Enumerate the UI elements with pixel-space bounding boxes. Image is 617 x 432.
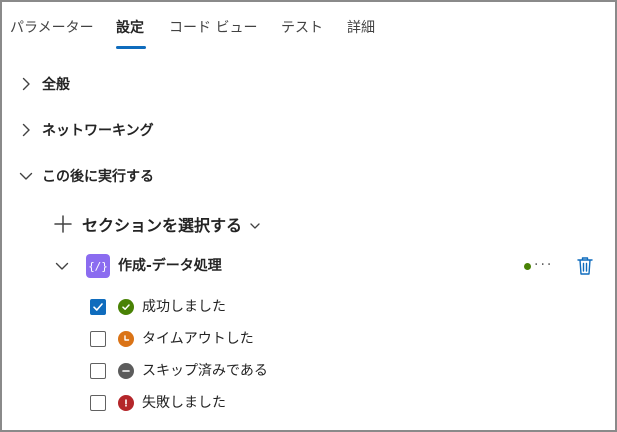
- status-label: タイムアウトした: [142, 331, 254, 347]
- chevron-down-icon[interactable]: [52, 256, 72, 276]
- section-run-after-label: この後に実行する: [42, 169, 154, 185]
- checkmark-icon: [93, 303, 103, 311]
- run-after-action-row: {/} 作成-データ処理 ···: [52, 252, 604, 282]
- select-action-dropdown[interactable]: セクションを選択する: [52, 210, 262, 238]
- section-general-label: 全般: [42, 77, 70, 93]
- status-option-timed-out: タイムアウトした: [90, 328, 254, 350]
- tab-code-view[interactable]: コード ビュー: [169, 18, 257, 38]
- active-tab-indicator: [116, 46, 146, 49]
- status-option-failed: 失敗しました: [90, 392, 226, 414]
- checkbox-timed-out[interactable]: [90, 331, 106, 347]
- error-exclamation-icon: [118, 395, 134, 411]
- tab-details[interactable]: 詳細: [347, 18, 375, 38]
- checkbox-skipped[interactable]: [90, 363, 106, 379]
- checkbox-succeeded[interactable]: [90, 299, 106, 315]
- chevron-down-icon: [250, 223, 260, 229]
- status-label: スキップ済みである: [142, 363, 268, 379]
- chevron-down-icon: [19, 172, 33, 180]
- tab-test[interactable]: テスト: [281, 18, 323, 38]
- status-dot: [524, 263, 531, 270]
- skip-minus-icon: [118, 363, 134, 379]
- chevron-right-icon: [22, 123, 30, 137]
- status-option-succeeded: 成功しました: [90, 296, 226, 318]
- checkbox-failed[interactable]: [90, 395, 106, 411]
- status-option-skipped: スキップ済みである: [90, 360, 268, 382]
- plus-icon: [54, 215, 72, 233]
- section-networking-label: ネットワーキング: [42, 123, 154, 139]
- status-label: 成功しました: [142, 299, 226, 315]
- status-label: 失敗しました: [142, 395, 226, 411]
- section-run-after[interactable]: この後に実行する: [16, 162, 154, 190]
- delete-icon[interactable]: [574, 254, 596, 278]
- clock-icon: [118, 331, 134, 347]
- tab-parameters[interactable]: パラメーター: [10, 18, 94, 38]
- section-general[interactable]: 全般: [16, 70, 70, 98]
- tab-settings[interactable]: 設定: [116, 18, 144, 38]
- action-name: 作成-データ処理: [118, 258, 222, 274]
- success-check-icon: [118, 299, 134, 315]
- compose-action-icon: {/}: [86, 254, 110, 278]
- section-networking[interactable]: ネットワーキング: [16, 116, 154, 144]
- select-action-label: セクションを選択する: [82, 216, 243, 235]
- chevron-right-icon: [22, 77, 30, 91]
- more-options-icon[interactable]: ···: [534, 255, 553, 275]
